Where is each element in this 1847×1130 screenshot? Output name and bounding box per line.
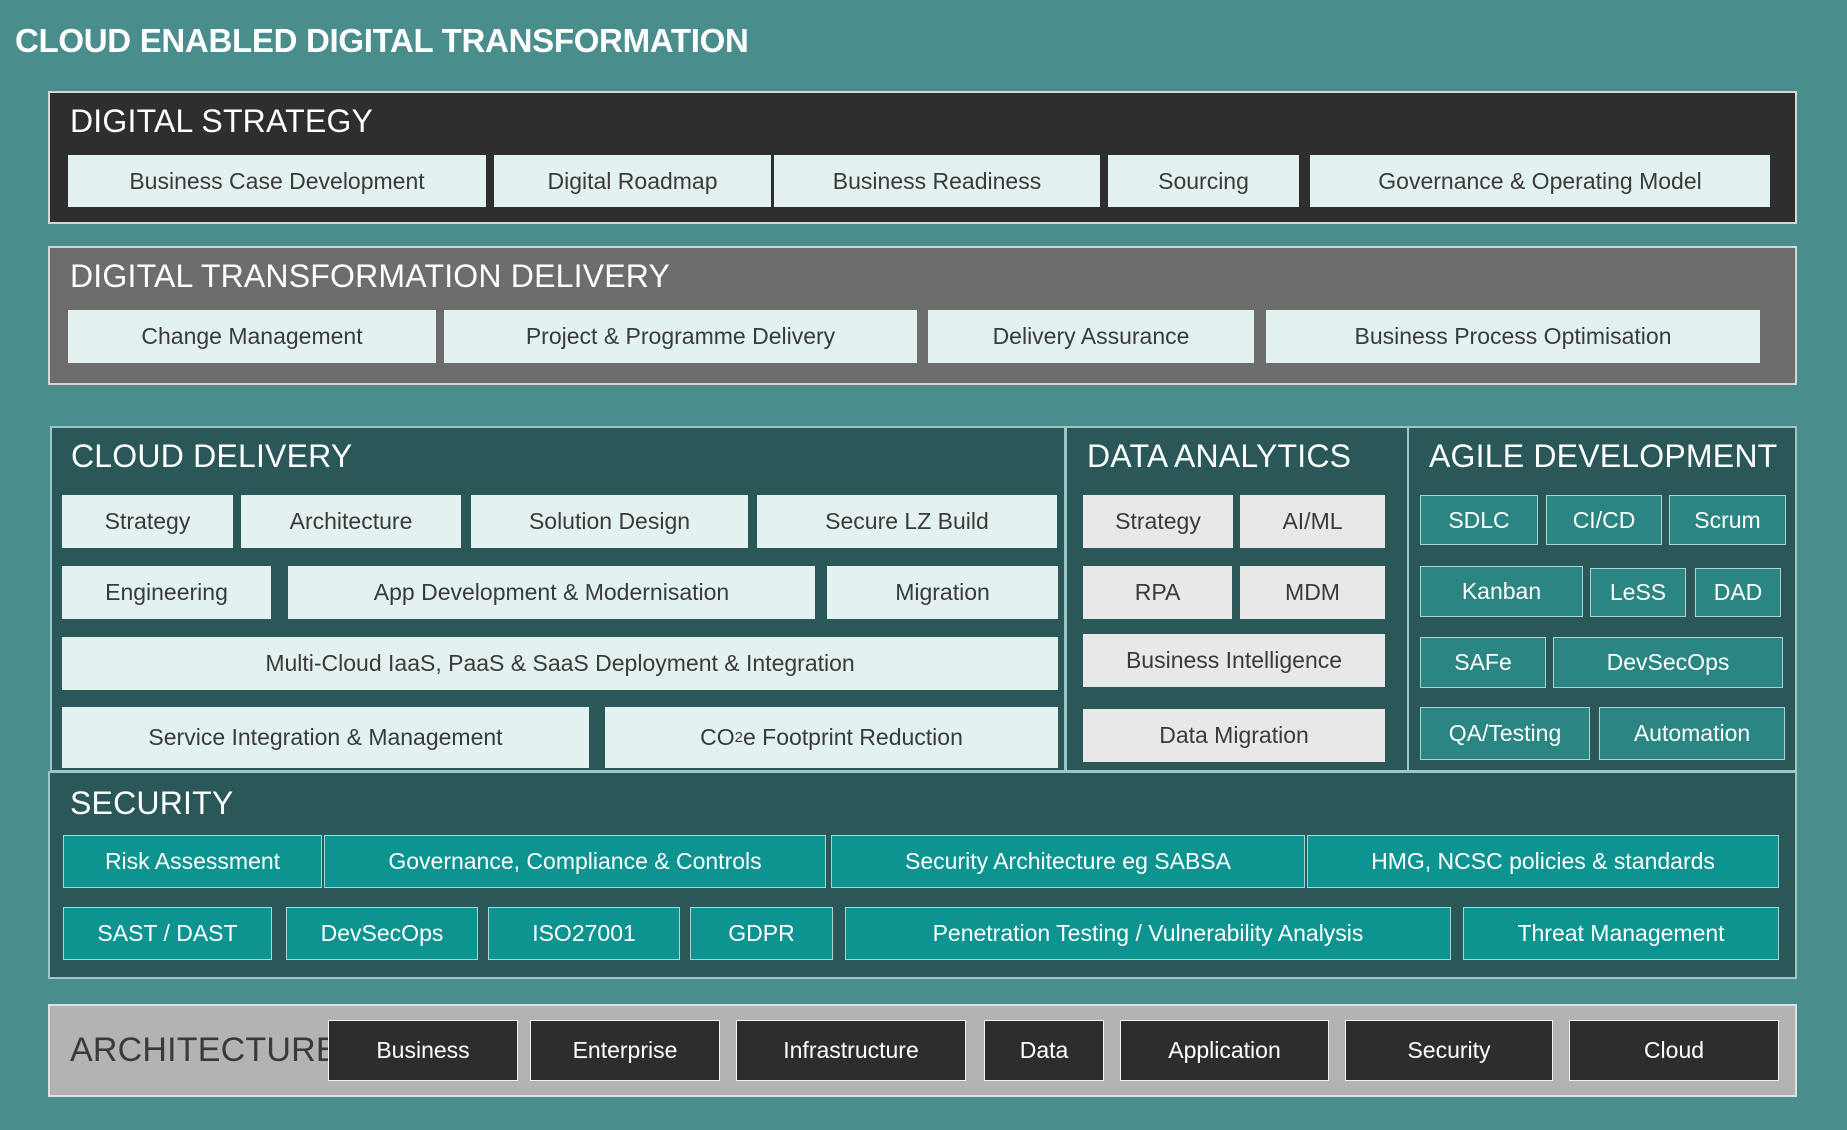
infrastructure-architecture-box: Infrastructure xyxy=(736,1020,966,1081)
multi-cloud-deployment-box: Multi-Cloud IaaS, PaaS & SaaS Deployment… xyxy=(62,637,1058,690)
project-programme-delivery-box: Project & Programme Delivery xyxy=(444,310,917,363)
sdlc-box: SDLC xyxy=(1420,495,1538,545)
data-migration-box: Data Migration xyxy=(1083,709,1385,762)
scrum-box: Scrum xyxy=(1669,495,1786,545)
security-devsecops-box: DevSecOps xyxy=(286,907,478,960)
dad-box: DAD xyxy=(1695,568,1781,617)
ai-ml-box: AI/ML xyxy=(1240,495,1385,548)
agile-development-panel: AGILE DEVELOPMENT SDLC CI/CD Scrum Kanba… xyxy=(1407,426,1797,772)
automation-box: Automation xyxy=(1599,707,1785,760)
cloud-migration-box: Migration xyxy=(827,566,1058,619)
cloud-architecture-box: Architecture xyxy=(241,495,461,548)
qa-testing-box: QA/Testing xyxy=(1420,707,1590,760)
cloud-architecture-box: Cloud xyxy=(1569,1020,1779,1081)
digital-strategy-panel: DIGITAL STRATEGY Business Case Developme… xyxy=(48,91,1797,224)
digital-transformation-delivery-heading: DIGITAL TRANSFORMATION DELIVERY xyxy=(70,258,671,294)
delivery-assurance-box: Delivery Assurance xyxy=(928,310,1254,363)
security-architecture-box: Security xyxy=(1345,1020,1553,1081)
ci-cd-box: CI/CD xyxy=(1546,495,1662,545)
engineering-box: Engineering xyxy=(62,566,271,619)
business-intelligence-box: Business Intelligence xyxy=(1083,634,1385,687)
change-management-box: Change Management xyxy=(68,310,436,363)
cloud-delivery-panel: CLOUD DELIVERY Strategy Architecture Sol… xyxy=(50,426,1066,772)
security-panel: SECURITY Risk Assessment Governance, Com… xyxy=(48,771,1797,979)
architecture-panel: ARCHITECTURE Business Enterprise Infrast… xyxy=(48,1004,1797,1097)
penetration-testing-box: Penetration Testing / Vulnerability Anal… xyxy=(845,907,1451,960)
data-analytics-heading: DATA ANALYTICS xyxy=(1087,438,1352,474)
page-title: CLOUD ENABLED DIGITAL TRANSFORMATION xyxy=(15,22,749,59)
security-architecture-sabsa-box: Security Architecture eg SABSA xyxy=(831,835,1305,888)
digital-transformation-delivery-panel: DIGITAL TRANSFORMATION DELIVERY Change M… xyxy=(48,246,1797,385)
governance-operating-model-box: Governance & Operating Model xyxy=(1310,155,1770,207)
data-strategy-box: Strategy xyxy=(1083,495,1233,548)
solution-design-box: Solution Design xyxy=(471,495,748,548)
gdpr-box: GDPR xyxy=(690,907,833,960)
app-development-modernisation-box: App Development & Modernisation xyxy=(288,566,815,619)
business-process-optimisation-box: Business Process Optimisation xyxy=(1266,310,1760,363)
kanban-box: Kanban xyxy=(1420,566,1583,617)
business-architecture-box: Business xyxy=(328,1020,518,1081)
service-integration-management-box: Service Integration & Management xyxy=(62,707,589,768)
cloud-delivery-heading: CLOUD DELIVERY xyxy=(71,438,353,474)
data-analytics-panel: DATA ANALYTICS Strategy AI/ML RPA MDM Bu… xyxy=(1065,426,1409,772)
business-readiness-box: Business Readiness xyxy=(774,155,1100,207)
cloud-strategy-box: Strategy xyxy=(62,495,233,548)
risk-assessment-box: Risk Assessment xyxy=(63,835,322,888)
threat-management-box: Threat Management xyxy=(1463,907,1779,960)
less-box: LeSS xyxy=(1590,568,1686,617)
secure-lz-build-box: Secure LZ Build xyxy=(757,495,1057,548)
enterprise-architecture-box: Enterprise xyxy=(530,1020,720,1081)
architecture-heading: ARCHITECTURE xyxy=(70,1031,339,1069)
co2-footprint-reduction-box: CO 2 e Footprint Reduction xyxy=(605,707,1058,768)
iso27001-box: ISO27001 xyxy=(488,907,680,960)
co2-prefix: CO xyxy=(700,724,735,750)
data-architecture-box: Data xyxy=(984,1020,1104,1081)
sast-dast-box: SAST / DAST xyxy=(63,907,272,960)
co2-suffix: e Footprint Reduction xyxy=(742,724,963,750)
agile-devsecops-box: DevSecOps xyxy=(1553,637,1783,688)
hmg-ncsc-policies-box: HMG, NCSC policies & standards xyxy=(1307,835,1779,888)
application-architecture-box: Application xyxy=(1120,1020,1329,1081)
mdm-box: MDM xyxy=(1240,566,1385,619)
digital-roadmap-box: Digital Roadmap xyxy=(494,155,771,207)
security-heading: SECURITY xyxy=(70,785,234,821)
sourcing-box: Sourcing xyxy=(1108,155,1299,207)
digital-strategy-heading: DIGITAL STRATEGY xyxy=(70,103,374,139)
rpa-box: RPA xyxy=(1083,566,1232,619)
agile-development-heading: AGILE DEVELOPMENT xyxy=(1429,438,1778,474)
safe-box: SAFe xyxy=(1420,637,1546,688)
business-case-development-box: Business Case Development xyxy=(68,155,486,207)
governance-compliance-controls-box: Governance, Compliance & Controls xyxy=(324,835,826,888)
